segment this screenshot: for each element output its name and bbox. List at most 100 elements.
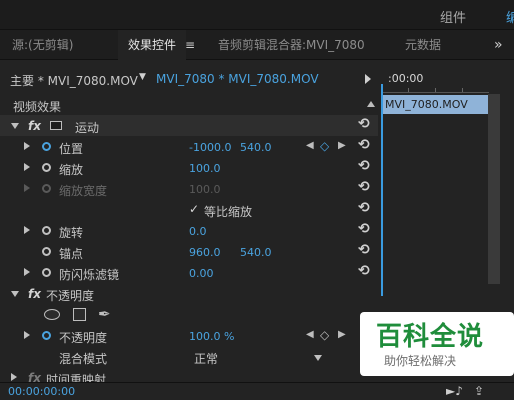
param-row-anti-flicker: 防闪烁滤镜 0.00 ⟲ — [0, 262, 378, 283]
video-effects-header: 视频效果 — [0, 94, 378, 115]
chevron-down-icon[interactable] — [314, 355, 322, 361]
param-label-position: 位置 — [59, 142, 84, 156]
next-keyframe-icon[interactable]: ▶ — [338, 140, 346, 151]
expand-right-icon[interactable] — [24, 331, 30, 339]
anti-flicker-value[interactable]: 0.00 — [189, 267, 214, 280]
reset-icon[interactable]: ⟲ — [358, 200, 370, 216]
timeline-clip-bar[interactable]: MVI_7080.MOV — [383, 95, 489, 114]
time-ruler[interactable] — [381, 84, 489, 93]
effect-row-time-remap[interactable]: fx 时间重映射 — [0, 367, 378, 382]
next-keyframe-icon[interactable]: ▶ — [338, 329, 346, 340]
position-x-value[interactable]: -1000.0 — [189, 141, 231, 154]
play-only-icon[interactable] — [365, 74, 371, 84]
playhead[interactable] — [381, 84, 383, 296]
panel-menu-icon[interactable]: ≡ — [185, 30, 195, 60]
add-keyframe-icon[interactable]: ◇ — [320, 328, 329, 342]
expand-right-icon[interactable] — [24, 163, 30, 171]
expand-down-icon[interactable] — [11, 291, 19, 297]
watermark-title: 百科全说 — [376, 322, 485, 352]
workspace-bar: 组件 编 — [0, 0, 514, 30]
export-icon[interactable]: ⇪ — [474, 384, 484, 398]
ellipse-mask-icon[interactable] — [44, 309, 60, 320]
effect-row-motion[interactable]: fx 运动 ⟲ — [0, 115, 378, 136]
panel-footer: 00:00:00:00 ►♪ ⇪ — [0, 382, 514, 400]
param-row-uniform-scale: ✓ 等比缩放 ⟲ — [0, 199, 378, 220]
param-label-blend-mode: 混合模式 — [59, 352, 108, 366]
tab-audio-clip-mixer[interactable]: 音频剪辑混合器:MVI_7080 — [218, 30, 365, 60]
param-row-blend-mode: 混合模式 正常 — [0, 346, 378, 367]
workspace-tab-editing[interactable]: 编 — [506, 7, 514, 26]
effect-name-time-remap: 时间重映射 — [46, 373, 107, 382]
stopwatch-icon[interactable] — [42, 247, 51, 256]
param-row-rotation: 旋转 0.0 ⟲ — [0, 220, 378, 241]
workspace-tab-assembly[interactable]: 组件 — [440, 7, 466, 26]
panel-tab-bar: 源:(无剪辑) 效果控件 ≡ 音频剪辑混合器:MVI_7080 元数据 » — [0, 30, 514, 60]
vertical-scrollbar[interactable] — [488, 94, 500, 284]
current-timecode[interactable]: 00:00:00:00 — [8, 385, 75, 398]
effect-row-opacity[interactable]: fx 不透明度 — [0, 283, 378, 304]
reset-icon[interactable]: ⟲ — [358, 116, 370, 132]
watermark-subtitle: 助你轻松解决 — [384, 354, 457, 368]
reset-icon[interactable]: ⟲ — [358, 179, 370, 195]
expand-down-icon[interactable] — [11, 123, 19, 129]
param-row-scale: 缩放 100.0 ⟲ — [0, 157, 378, 178]
reset-icon[interactable]: ⟲ — [358, 242, 370, 258]
param-row-scale-width: 缩放宽度 100.0 ⟲ — [0, 178, 378, 199]
chevron-down-icon[interactable]: ▼ — [139, 72, 146, 82]
sequence-clip-label[interactable]: MVI_7080 * MVI_7080.MOV — [156, 72, 319, 86]
stopwatch-icon[interactable] — [42, 142, 51, 151]
effect-name-opacity: 不透明度 — [46, 289, 95, 303]
stopwatch-icon[interactable] — [42, 163, 51, 172]
tab-source[interactable]: 源:(无剪辑) — [12, 30, 73, 60]
expand-right-icon — [24, 184, 30, 192]
stopwatch-icon[interactable] — [42, 331, 51, 340]
param-row-opacity: 不透明度 100.0 % ◀ ◇ ▶ — [0, 325, 378, 346]
param-label-anchor: 锚点 — [59, 247, 84, 261]
param-label-anti-flicker: 防闪烁滤镜 — [59, 268, 120, 282]
collapse-up-icon[interactable] — [367, 101, 375, 107]
anchor-x-value[interactable]: 960.0 — [189, 246, 221, 259]
reset-icon[interactable]: ⟲ — [358, 137, 370, 153]
param-label-scale-width: 缩放宽度 — [59, 184, 108, 198]
fx-icon[interactable]: fx — [28, 119, 41, 133]
stopwatch-icon[interactable] — [42, 268, 51, 277]
pen-mask-icon[interactable]: ✒ — [98, 305, 111, 323]
filter-audio-icon[interactable]: ►♪ — [446, 384, 463, 398]
anchor-y-value[interactable]: 540.0 — [240, 246, 272, 259]
stopwatch-icon[interactable] — [42, 226, 51, 235]
blend-mode-select[interactable]: 正常 — [194, 350, 218, 367]
reset-icon[interactable]: ⟲ — [358, 158, 370, 174]
fx-icon[interactable]: fx — [28, 371, 41, 382]
param-label-scale: 缩放 — [59, 163, 84, 177]
reset-icon[interactable]: ⟲ — [358, 263, 370, 279]
scale-value[interactable]: 100.0 — [189, 162, 221, 175]
more-tabs-icon[interactable]: » — [494, 30, 503, 60]
expand-right-icon[interactable] — [24, 226, 30, 234]
effect-controls-list: 视频效果 fx 运动 ⟲ 位置 -1000.0 540.0 ◀ ◇ ▶ ⟲ 缩放… — [0, 94, 378, 382]
param-row-anchor: 锚点 960.0 540.0 ⟲ — [0, 241, 378, 262]
param-row-position: 位置 -1000.0 540.0 ◀ ◇ ▶ ⟲ — [0, 136, 378, 157]
fx-icon[interactable]: fx — [28, 287, 41, 301]
expand-right-icon[interactable] — [24, 142, 30, 150]
transform-icon[interactable] — [50, 121, 62, 130]
mask-tools-row: ✒ — [0, 304, 378, 325]
reset-icon[interactable]: ⟲ — [358, 221, 370, 237]
rectangle-mask-icon[interactable] — [73, 308, 86, 321]
master-clip-label[interactable]: 主要 * MVI_7080.MOV — [10, 72, 138, 89]
position-y-value[interactable]: 540.0 — [240, 141, 272, 154]
expand-right-icon[interactable] — [11, 373, 17, 381]
add-keyframe-icon[interactable]: ◇ — [320, 139, 329, 153]
rotation-value[interactable]: 0.0 — [189, 225, 207, 238]
opacity-value[interactable]: 100.0 % — [189, 330, 234, 343]
prev-keyframe-icon[interactable]: ◀ — [306, 140, 314, 151]
video-effects-label: 视频效果 — [13, 100, 62, 114]
expand-right-icon[interactable] — [24, 268, 30, 276]
tab-metadata[interactable]: 元数据 — [405, 30, 441, 60]
prev-keyframe-icon[interactable]: ◀ — [306, 329, 314, 340]
uniform-scale-checkbox[interactable]: ✓ — [189, 202, 199, 216]
param-label-rotation: 旋转 — [59, 226, 84, 240]
stopwatch-icon — [42, 184, 51, 193]
uniform-scale-label: 等比缩放 — [204, 205, 253, 219]
scale-width-value: 100.0 — [189, 183, 221, 196]
tab-effect-controls[interactable]: 效果控件 — [118, 30, 187, 60]
